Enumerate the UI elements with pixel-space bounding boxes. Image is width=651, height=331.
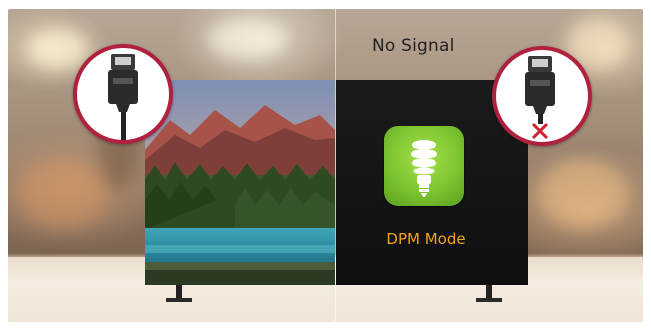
bokeh-light: [18, 159, 108, 229]
energy-saving-bulb-icon: [384, 126, 464, 206]
red-x-icon: [531, 122, 549, 140]
tv-connected-screen: [145, 80, 335, 285]
hdmi-cable-connected-icon: [73, 44, 173, 144]
hdmi-cable-disconnected-icon: [492, 46, 592, 146]
dpm-mode-label: DPM Mode: [386, 230, 466, 248]
tv-stand-right-base: [476, 298, 502, 302]
bokeh-light: [28, 29, 88, 69]
tv-stand-left-leg: [176, 285, 182, 299]
tv-stand-right-leg: [486, 285, 492, 299]
landscape-image: [145, 80, 335, 285]
bokeh-light: [208, 19, 288, 59]
no-signal-text: No Signal: [372, 36, 455, 56]
tv-stand-left-base: [166, 298, 192, 302]
bokeh-light: [538, 159, 628, 229]
